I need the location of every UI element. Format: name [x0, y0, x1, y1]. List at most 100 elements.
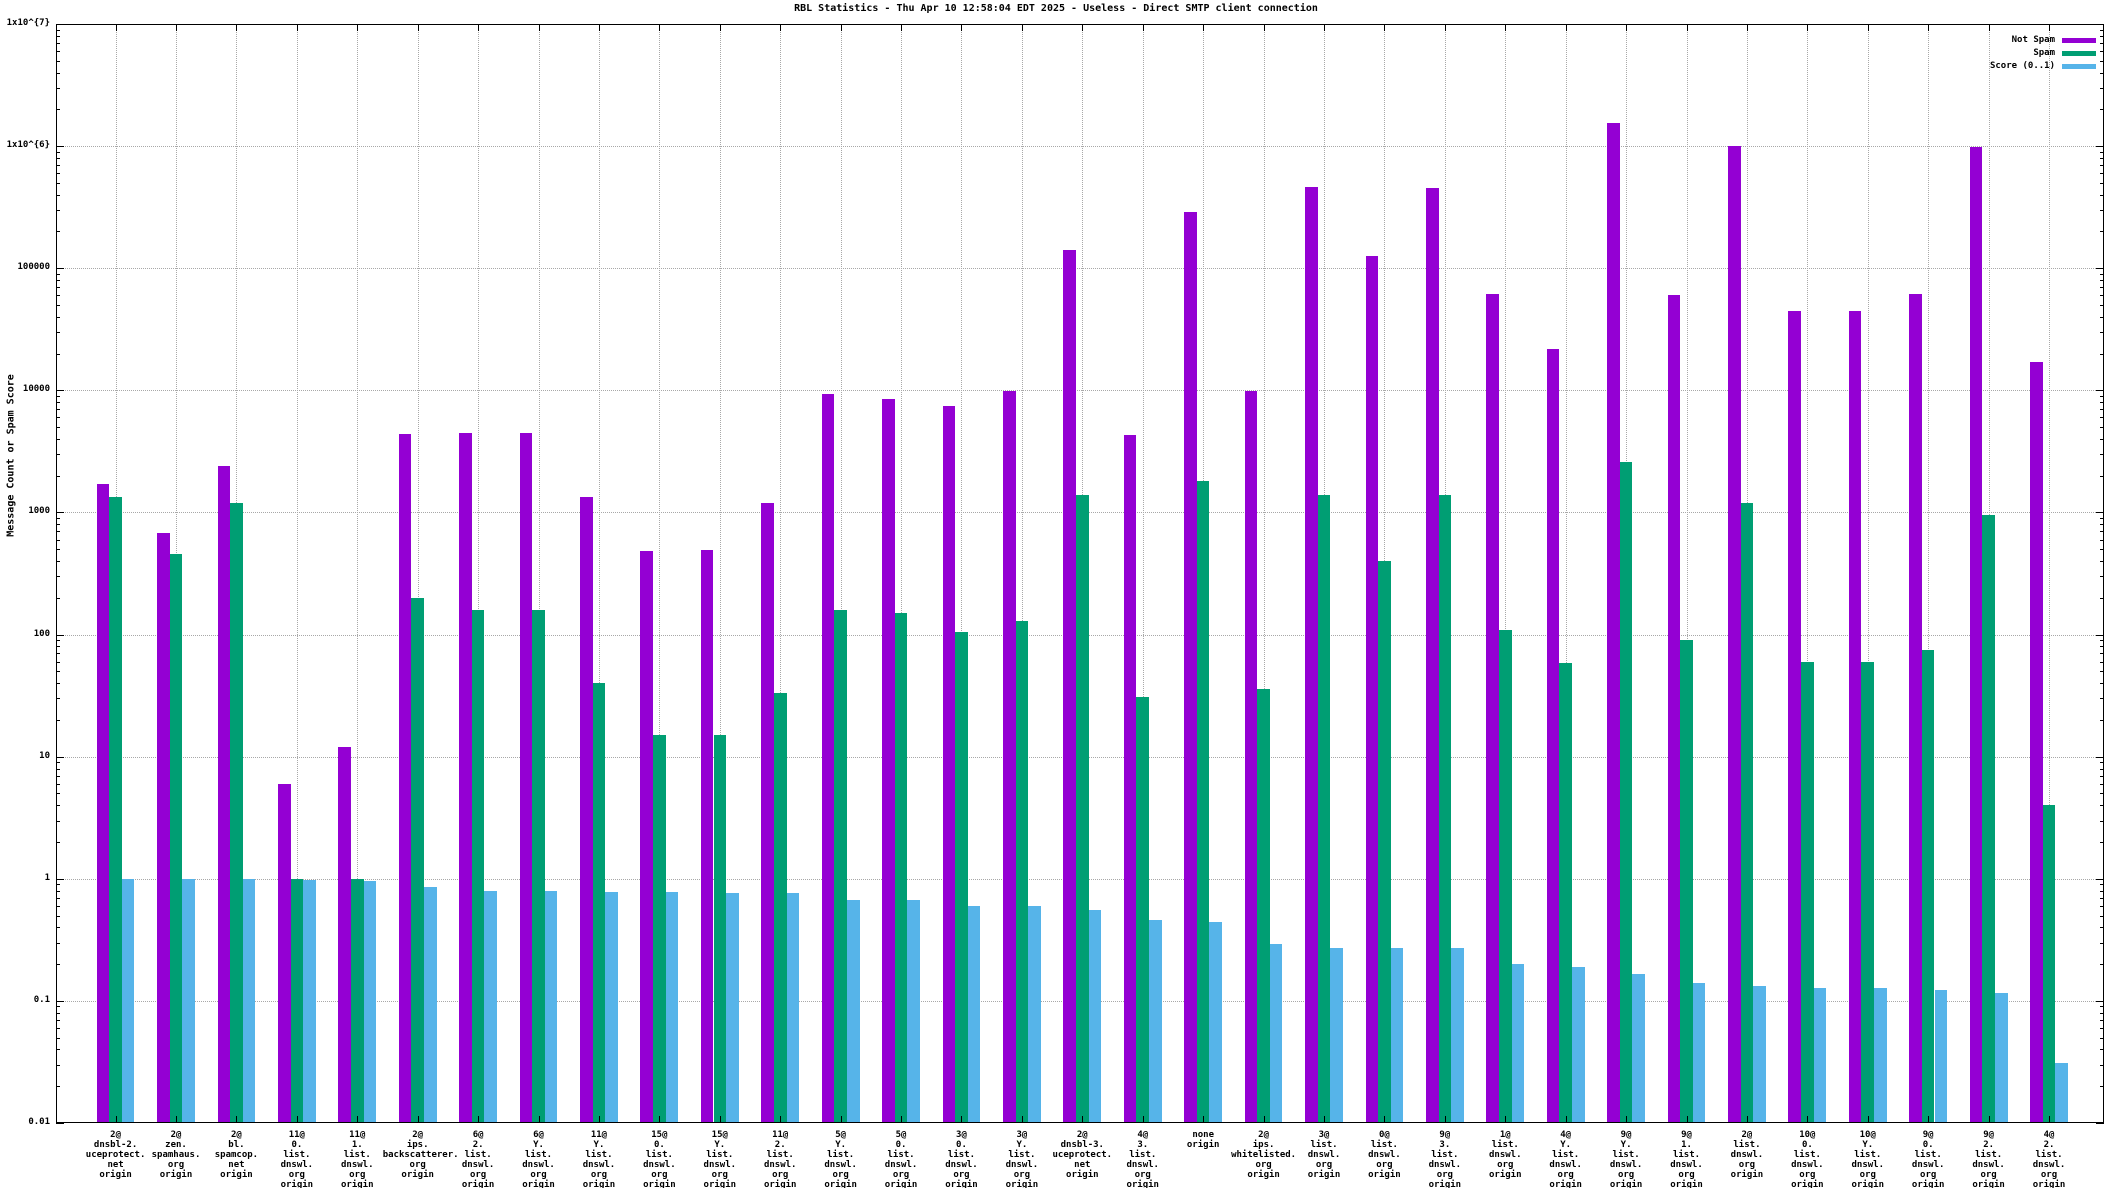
- y-minor-tick: [2100, 561, 2104, 562]
- x-tick-bottom: [1868, 1116, 1869, 1123]
- x-tick-top: [1868, 24, 1869, 31]
- y-minor-tick: [56, 927, 60, 928]
- y-minor-tick: [56, 683, 60, 684]
- y-minor-tick: [2100, 280, 2104, 281]
- y-minor-tick: [2100, 165, 2104, 166]
- y-minor-tick: [56, 653, 60, 654]
- y-minor-tick: [2100, 295, 2104, 296]
- y-tick-label: 100000: [0, 263, 50, 272]
- y-minor-tick: [2100, 354, 2104, 355]
- y-minor-tick: [2100, 402, 2104, 403]
- y-minor-tick: [2100, 417, 2104, 418]
- y-tick-label: 0.01: [0, 1118, 50, 1127]
- x-tick-bottom: [1747, 1116, 1748, 1123]
- x-tick-top: [659, 24, 660, 31]
- y-minor-tick: [56, 195, 60, 196]
- y-minor-tick: [56, 540, 60, 541]
- x-tick-bottom: [1989, 1116, 1990, 1123]
- y-minor-tick: [2100, 1013, 2104, 1014]
- y-minor-tick: [56, 762, 60, 763]
- y-minor-tick: [56, 784, 60, 785]
- y-minor-tick: [56, 43, 60, 44]
- y-minor-tick: [56, 769, 60, 770]
- x-tick-bottom: [236, 1116, 237, 1123]
- y-major-tick: [56, 1001, 64, 1002]
- legend-swatch: [2062, 38, 2096, 43]
- y-major-tick: [56, 757, 64, 758]
- y-minor-tick: [2100, 287, 2104, 288]
- x-tick-bottom: [1626, 1116, 1627, 1123]
- x-tick-bottom: [901, 1116, 902, 1123]
- y-minor-tick: [56, 1086, 60, 1087]
- y-minor-tick: [56, 1006, 60, 1007]
- y-tick-label: 1x10^{7}: [0, 19, 50, 28]
- x-tick-top: [599, 24, 600, 31]
- x-tick-bottom: [599, 1116, 600, 1123]
- x-tick-top: [1687, 24, 1688, 31]
- x-tick-top: [478, 24, 479, 31]
- x-tick-top: [1505, 24, 1506, 31]
- y-minor-tick: [2100, 916, 2104, 917]
- x-tick-bottom: [478, 1116, 479, 1123]
- y-major-tick: [56, 512, 64, 513]
- y-minor-tick: [2100, 964, 2104, 965]
- y-minor-tick: [2100, 152, 2104, 153]
- y-major-tick: [2096, 635, 2104, 636]
- x-tick-top: [1445, 24, 1446, 31]
- y-minor-tick: [56, 402, 60, 403]
- y-minor-tick: [56, 561, 60, 562]
- y-minor-tick: [2100, 1006, 2104, 1007]
- y-minor-tick: [2100, 653, 2104, 654]
- y-major-tick: [2096, 1001, 2104, 1002]
- y-minor-tick: [2100, 891, 2104, 892]
- y-tick-label: 1: [0, 874, 50, 883]
- y-minor-tick: [2100, 1020, 2104, 1021]
- y-minor-tick: [2100, 884, 2104, 885]
- y-minor-tick: [56, 671, 60, 672]
- y-minor-tick: [2100, 231, 2104, 232]
- x-tick-top: [2049, 24, 2050, 31]
- y-minor-tick: [56, 1028, 60, 1029]
- y-minor-tick: [2100, 598, 2104, 599]
- y-minor-tick: [56, 231, 60, 232]
- x-tick-top: [1807, 24, 1808, 31]
- y-minor-tick: [56, 906, 60, 907]
- x-tick-bottom: [176, 1116, 177, 1123]
- x-tick-top: [1626, 24, 1627, 31]
- y-minor-tick: [2100, 762, 2104, 763]
- x-tick-top: [1747, 24, 1748, 31]
- x-tick-bottom: [1807, 1116, 1808, 1123]
- chart-canvas: RBL Statistics - Thu Apr 10 12:58:04 EDT…: [0, 0, 2112, 1188]
- x-tick-top: [1384, 24, 1385, 31]
- y-minor-tick: [56, 720, 60, 721]
- y-tick-label: 1x10^{6}: [0, 141, 50, 150]
- x-tick-top: [297, 24, 298, 31]
- y-tick-label: 1000: [0, 507, 50, 516]
- y-minor-tick: [2100, 439, 2104, 440]
- y-minor-tick: [2100, 1086, 2104, 1087]
- y-minor-tick: [56, 280, 60, 281]
- y-minor-tick: [56, 842, 60, 843]
- y-minor-tick: [56, 518, 60, 519]
- y-minor-tick: [56, 30, 60, 31]
- y-minor-tick: [56, 396, 60, 397]
- y-major-tick: [56, 1123, 64, 1124]
- y-major-tick: [2096, 268, 2104, 269]
- y-minor-tick: [2100, 158, 2104, 159]
- legend-label: Not Spam: [1900, 36, 2055, 45]
- x-tick-top: [720, 24, 721, 31]
- y-minor-tick: [56, 476, 60, 477]
- x-tick-bottom: [1203, 1116, 1204, 1123]
- y-major-tick: [56, 390, 64, 391]
- y-major-tick: [2096, 146, 2104, 147]
- y-minor-tick: [56, 354, 60, 355]
- x-tick-top: [1203, 24, 1204, 31]
- x-tick-top: [841, 24, 842, 31]
- x-tick-top: [176, 24, 177, 31]
- y-minor-tick: [56, 439, 60, 440]
- y-minor-tick: [2100, 576, 2104, 577]
- x-tick-bottom: [1324, 1116, 1325, 1123]
- y-minor-tick: [2100, 898, 2104, 899]
- x-tick-top: [1022, 24, 1023, 31]
- y-minor-tick: [2100, 332, 2104, 333]
